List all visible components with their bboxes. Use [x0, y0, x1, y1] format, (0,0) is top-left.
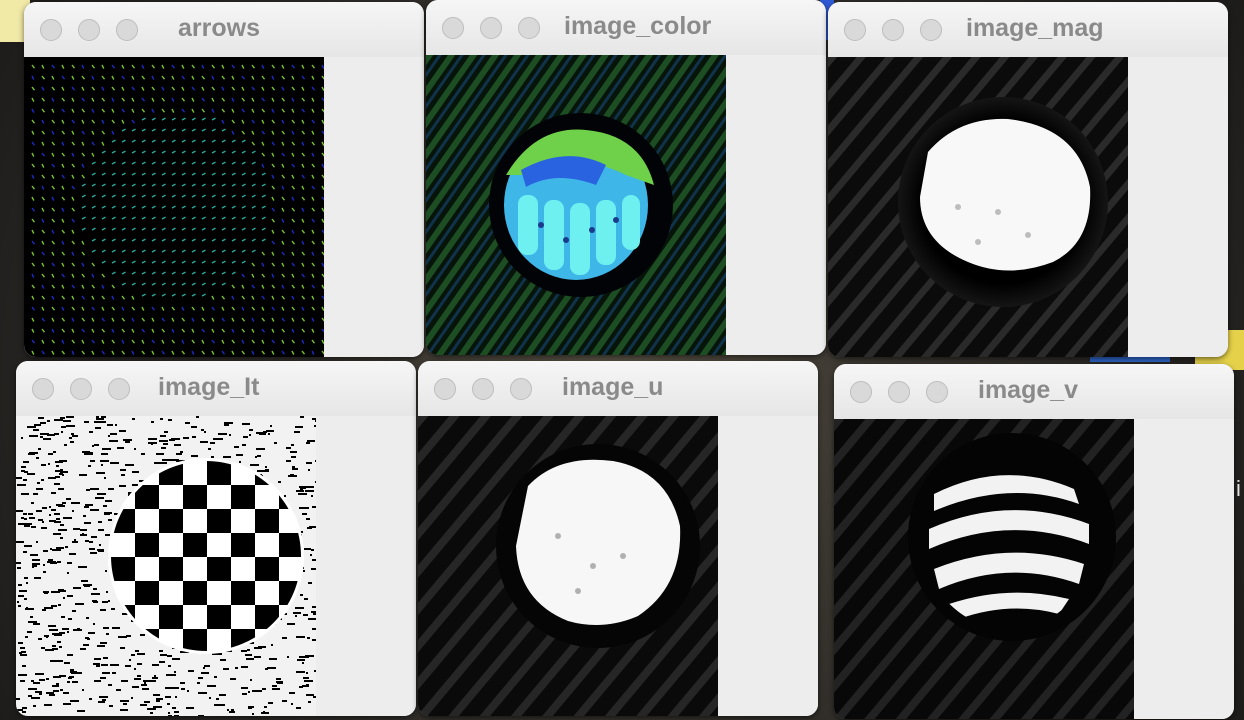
- image-v-content: [834, 419, 1234, 719]
- window-title: image_It: [158, 373, 260, 401]
- window-controls: [434, 378, 532, 400]
- window-controls: [850, 381, 948, 403]
- image-mag-image: [828, 57, 1128, 357]
- image-lt-window[interactable]: image_It: [16, 361, 416, 716]
- window-controls: [844, 19, 942, 41]
- v-flow-graphic: [834, 419, 1134, 719]
- close-button[interactable]: [40, 19, 62, 41]
- window-controls: [32, 378, 130, 400]
- image-mag-content: [828, 57, 1228, 357]
- image-lt-content: [16, 416, 416, 716]
- image-mag-window[interactable]: image_mag: [828, 2, 1228, 357]
- minimize-button[interactable]: [78, 19, 100, 41]
- arrows-titlebar[interactable]: arrows: [24, 2, 424, 58]
- minimize-button[interactable]: [70, 378, 92, 400]
- color-flow-graphic: [426, 55, 726, 355]
- zoom-button[interactable]: [108, 378, 130, 400]
- window-controls: [442, 17, 540, 39]
- image-u-titlebar[interactable]: image_u: [418, 361, 818, 417]
- temporal-derivative-graphic: [16, 416, 316, 716]
- close-button[interactable]: [434, 378, 456, 400]
- close-button[interactable]: [850, 381, 872, 403]
- window-title: arrows: [178, 14, 260, 42]
- window-title: image_v: [978, 376, 1079, 404]
- arrows-content: [24, 57, 424, 357]
- zoom-button[interactable]: [518, 17, 540, 39]
- minimize-button[interactable]: [480, 17, 502, 39]
- zoom-button[interactable]: [920, 19, 942, 41]
- image-u-content: [418, 416, 818, 716]
- image-u-window[interactable]: image_u: [418, 361, 818, 716]
- close-button[interactable]: [442, 17, 464, 39]
- zoom-button[interactable]: [926, 381, 948, 403]
- close-button[interactable]: [32, 378, 54, 400]
- image-u-image: [418, 416, 718, 716]
- image-mag-titlebar[interactable]: image_mag: [828, 2, 1228, 58]
- desktop-edge-text: i: [1236, 476, 1241, 501]
- image-color-titlebar[interactable]: image_color: [426, 0, 826, 56]
- close-button[interactable]: [844, 19, 866, 41]
- minimize-button[interactable]: [472, 378, 494, 400]
- window-title: image_u: [562, 373, 664, 401]
- magnitude-graphic: [828, 57, 1128, 357]
- image-color-content: [426, 55, 826, 355]
- image-lt-image: [16, 416, 316, 716]
- image-v-image: [834, 419, 1134, 719]
- zoom-button[interactable]: [116, 19, 138, 41]
- image-color-window[interactable]: image_color: [426, 0, 826, 355]
- minimize-button[interactable]: [882, 19, 904, 41]
- window-controls: [40, 19, 138, 41]
- image-color-image: [426, 55, 726, 355]
- u-flow-graphic: [418, 416, 718, 716]
- image-lt-titlebar[interactable]: image_It: [16, 361, 416, 417]
- window-title: image_color: [564, 12, 712, 40]
- minimize-button[interactable]: [888, 381, 910, 403]
- arrows-field-graphic: [31, 64, 324, 355]
- arrows-window[interactable]: arrows: [24, 2, 424, 357]
- zoom-button[interactable]: [510, 378, 532, 400]
- image-v-titlebar[interactable]: image_v: [834, 364, 1234, 420]
- window-title: image_mag: [966, 14, 1104, 42]
- arrows-image: [24, 57, 324, 357]
- image-v-window[interactable]: image_v: [834, 364, 1234, 719]
